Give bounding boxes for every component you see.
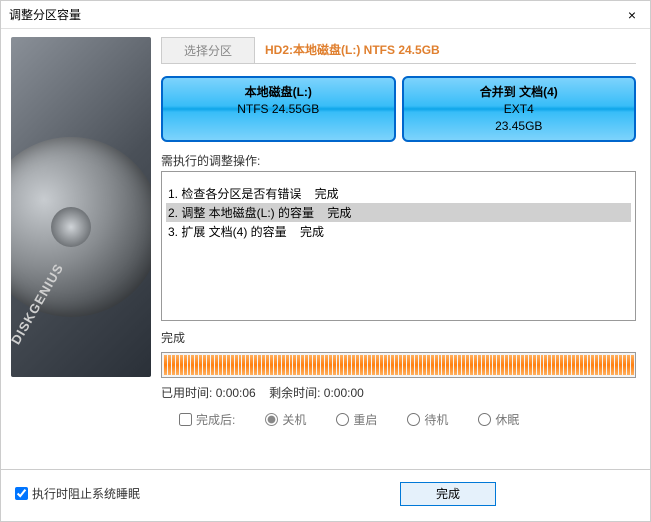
radio-input[interactable] [478, 413, 491, 426]
remain-label: 剩余时间: [269, 386, 320, 400]
after-checkbox-input[interactable] [179, 413, 192, 426]
partition-title: 本地磁盘(L:) [167, 84, 390, 101]
partition-block[interactable]: 本地磁盘(L:) NTFS 24.55GB [161, 76, 396, 142]
after-complete-row: 完成后: 关机 重启 待机 休眠 [161, 411, 636, 428]
partition-subtitle: EXT4 [408, 101, 631, 118]
disk-illustration: DISKGENIUS [11, 37, 151, 377]
footer: 执行时阻止系统睡眠 完成 [1, 469, 650, 517]
operations-header: 需执行的调整操作: [161, 152, 636, 169]
done-button[interactable]: 完成 [400, 482, 496, 506]
after-option-shutdown[interactable]: 关机 [265, 411, 306, 428]
partition-title: 合并到 文档(4) [408, 84, 631, 101]
remain-value: 0:00:00 [324, 386, 364, 400]
prevent-sleep-label: 执行时阻止系统睡眠 [32, 485, 140, 502]
partition-block[interactable]: 合并到 文档(4) EXT4 23.45GB [402, 76, 637, 142]
brand-label: DISKGENIUS [11, 261, 66, 347]
main-panel: 选择分区 HD2:本地磁盘(L:) NTFS 24.5GB 本地磁盘(L:) N… [151, 29, 650, 469]
tab-select-partition[interactable]: 选择分区 [161, 37, 255, 63]
window-title: 调整分区容量 [9, 6, 81, 23]
radio-input[interactable] [407, 413, 420, 426]
tab-active-disk: HD2:本地磁盘(L:) NTFS 24.5GB [257, 37, 448, 63]
partition-subtitle2: 23.45GB [408, 118, 631, 135]
after-checkbox-label: 完成后: [196, 411, 235, 428]
prevent-sleep-input[interactable] [15, 487, 28, 500]
after-complete-checkbox[interactable]: 完成后: [179, 411, 235, 428]
radio-input[interactable] [265, 413, 278, 426]
after-option-standby[interactable]: 待机 [407, 411, 448, 428]
status-text: 完成 [161, 329, 636, 346]
partition-subtitle: NTFS 24.55GB [167, 101, 390, 118]
content-area: DISKGENIUS 选择分区 HD2:本地磁盘(L:) NTFS 24.5GB… [1, 29, 650, 469]
radio-input[interactable] [336, 413, 349, 426]
elapsed-label: 已用时间: [161, 386, 212, 400]
list-item[interactable]: 3. 扩展 文档(4) 的容量 完成 [166, 222, 631, 241]
tab-bar: 选择分区 HD2:本地磁盘(L:) NTFS 24.5GB [161, 37, 636, 64]
elapsed-value: 0:00:06 [216, 386, 256, 400]
partition-map: 本地磁盘(L:) NTFS 24.55GB 合并到 文档(4) EXT4 23.… [161, 76, 636, 142]
after-option-restart[interactable]: 重启 [336, 411, 377, 428]
timing-row: 已用时间: 0:00:06 剩余时间: 0:00:00 [161, 384, 636, 401]
operations-list[interactable]: 1. 检查各分区是否有错误 完成 2. 调整 本地磁盘(L:) 的容量 完成 3… [161, 171, 636, 321]
list-item[interactable]: 1. 检查各分区是否有错误 完成 [166, 184, 631, 203]
titlebar: 调整分区容量 × [1, 1, 650, 29]
progress-bar [161, 352, 636, 378]
prevent-sleep-checkbox[interactable]: 执行时阻止系统睡眠 [15, 485, 140, 502]
after-option-hibernate[interactable]: 休眠 [478, 411, 519, 428]
list-item[interactable]: 2. 调整 本地磁盘(L:) 的容量 完成 [166, 203, 631, 222]
close-icon[interactable]: × [622, 5, 642, 25]
